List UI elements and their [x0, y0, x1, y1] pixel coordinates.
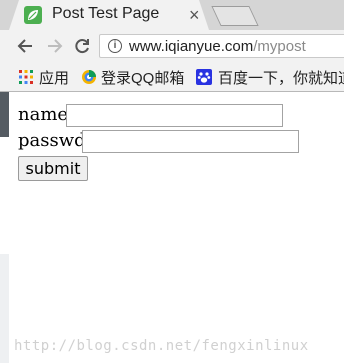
leaf-icon	[24, 6, 42, 24]
sidebar-edge	[0, 92, 9, 137]
url-host: www.iqianyue.com	[129, 38, 254, 55]
watermark: http://blog.csdn.net/fengxinlinux	[14, 338, 309, 354]
url-text: www.iqianyue.com/mypost	[129, 38, 306, 55]
toolbar: i www.iqianyue.com/mypost	[0, 30, 344, 62]
url-path: /mypost	[253, 38, 306, 55]
passwd-input[interactable]	[82, 130, 299, 153]
bookmark-apps[interactable]: 应用	[39, 67, 69, 88]
name-input[interactable]	[66, 104, 283, 127]
page-content: name: passwd: submit http://blog.csdn.ne…	[0, 92, 344, 363]
bookmarks-bar: 应用 登录QQ邮箱 百度一下，你就知道	[0, 62, 344, 92]
info-icon[interactable]: i	[108, 39, 122, 53]
tab-title: Post Test Page	[52, 5, 160, 22]
back-arrow-icon[interactable]	[16, 36, 36, 56]
tab-close-icon[interactable]: ×	[189, 5, 200, 26]
forward-arrow-icon[interactable]	[44, 36, 64, 56]
new-tab-button[interactable]	[211, 6, 259, 26]
baidu-paw-icon	[196, 69, 212, 85]
tab-strip: Post Test Page ×	[0, 0, 344, 30]
passwd-label: passwd:	[18, 130, 92, 151]
reload-icon[interactable]	[72, 36, 92, 56]
apps-grid-icon[interactable]	[18, 69, 34, 85]
sidebar-edge-lower	[0, 254, 9, 363]
bookmark-qq-mail[interactable]: 登录QQ邮箱	[101, 67, 184, 88]
address-bar[interactable]: i www.iqianyue.com/mypost	[99, 34, 344, 58]
submit-button[interactable]: submit	[18, 156, 88, 181]
qq-mail-icon	[82, 70, 96, 84]
bookmark-baidu[interactable]: 百度一下，你就知道	[218, 67, 344, 88]
